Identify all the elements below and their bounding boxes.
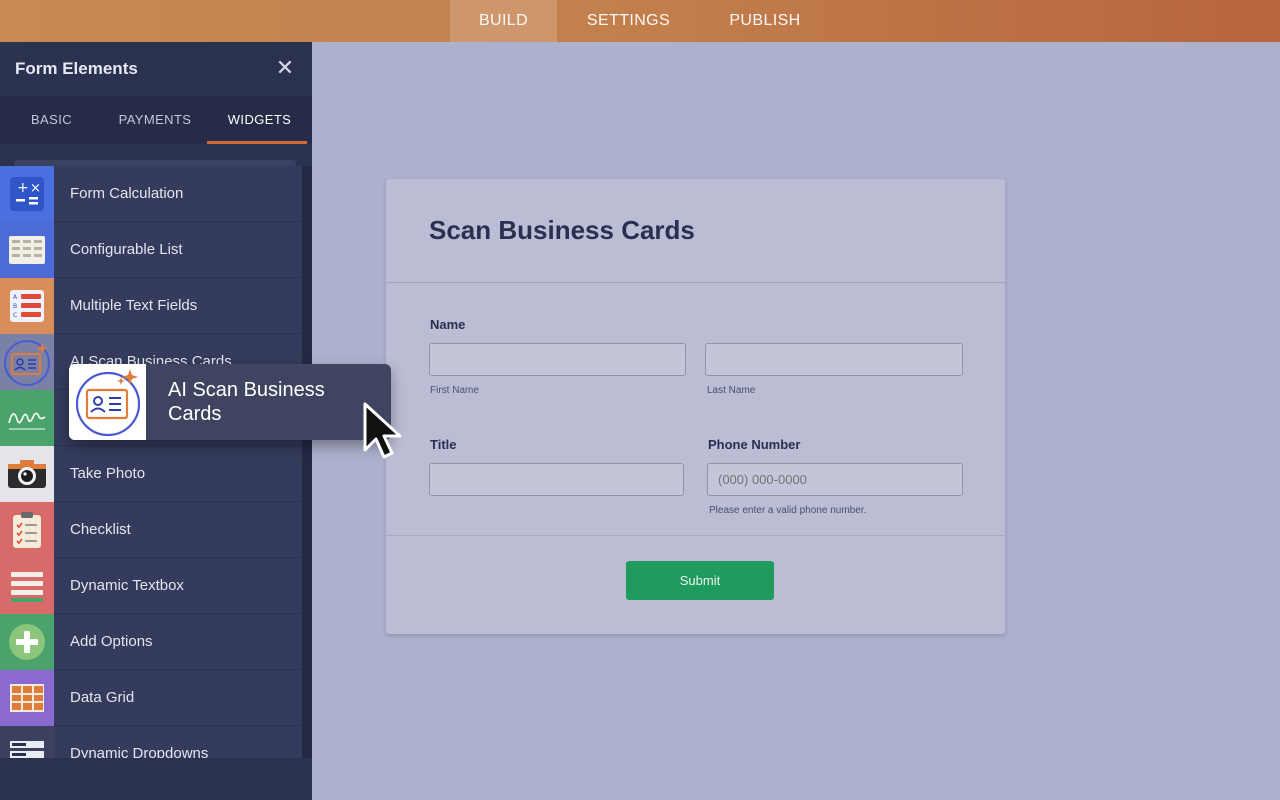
widget-label: Multiple Text Fields bbox=[70, 297, 198, 314]
widget-item-take-photo[interactable]: Take Photo bbox=[0, 445, 302, 502]
widget-label: Dynamic Textbox bbox=[70, 577, 184, 594]
active-tab-indicator bbox=[207, 141, 307, 144]
form-card: Scan Business Cards Name First Name Last… bbox=[386, 179, 1005, 634]
panel-title: Form Elements bbox=[15, 59, 138, 78]
svg-text:C: C bbox=[13, 312, 17, 319]
grid-icon bbox=[0, 669, 54, 726]
widget-item-data-grid[interactable]: Data Grid bbox=[0, 669, 302, 726]
phone-label: Phone Number bbox=[708, 437, 801, 452]
widget-list: + × Form Calculation Configurable List AB… bbox=[0, 166, 302, 758]
calculator-icon: + × bbox=[0, 166, 54, 222]
multi-text-icon: ABC bbox=[0, 277, 54, 334]
widget-label: Checklist bbox=[70, 521, 131, 538]
signature-icon bbox=[0, 389, 54, 446]
list-table-icon bbox=[0, 221, 54, 278]
panel-header: Form Elements ✕ bbox=[0, 42, 312, 96]
business-card-icon bbox=[0, 333, 54, 390]
tab-widgets[interactable]: WIDGETS bbox=[207, 96, 312, 144]
submit-button[interactable]: Submit bbox=[626, 561, 774, 600]
tab-payments[interactable]: PAYMENTS bbox=[103, 96, 207, 144]
tab-settings[interactable]: SETTINGS bbox=[557, 0, 700, 42]
widget-item-multiple-text-fields[interactable]: ABC Multiple Text Fields bbox=[0, 277, 302, 334]
phone-hint: Please enter a valid phone number. bbox=[709, 505, 867, 516]
widget-item-add-options[interactable]: Add Options bbox=[0, 613, 302, 670]
widget-label: Dynamic Dropdowns bbox=[70, 745, 209, 758]
dropdowns-icon bbox=[0, 725, 54, 758]
mouse-cursor-icon bbox=[363, 402, 402, 459]
widget-label: Data Grid bbox=[70, 689, 135, 706]
tab-basic[interactable]: BASIC bbox=[0, 96, 103, 144]
last-name-sublabel: Last Name bbox=[707, 385, 756, 396]
add-options-icon bbox=[0, 613, 54, 670]
widget-label: Take Photo bbox=[70, 465, 146, 482]
last-name-input[interactable] bbox=[705, 343, 963, 376]
title-label: Title bbox=[430, 437, 457, 452]
tab-publish[interactable]: PUBLISH bbox=[700, 0, 830, 42]
phone-input[interactable] bbox=[707, 463, 963, 496]
widget-label: Add Options bbox=[70, 633, 153, 650]
first-name-sublabel: First Name bbox=[430, 385, 479, 396]
widget-label: Form Calculation bbox=[70, 185, 184, 202]
svg-text:B: B bbox=[13, 303, 17, 310]
panel-tabs: BASIC PAYMENTS WIDGETS bbox=[0, 96, 312, 144]
business-card-icon bbox=[69, 364, 146, 440]
checklist-icon bbox=[0, 501, 54, 558]
dragged-widget-label: AI Scan Business Cards bbox=[146, 364, 391, 440]
form-header: Scan Business Cards bbox=[386, 179, 1005, 283]
widget-item-checklist[interactable]: Checklist bbox=[0, 501, 302, 558]
widget-item-dynamic-textbox[interactable]: Dynamic Textbox bbox=[0, 557, 302, 614]
textbox-icon bbox=[0, 557, 54, 614]
close-icon[interactable]: ✕ bbox=[274, 57, 296, 80]
tab-build[interactable]: BUILD bbox=[450, 0, 557, 42]
widget-item-dynamic-dropdowns[interactable]: Dynamic Dropdowns bbox=[0, 725, 302, 758]
form-divider bbox=[386, 535, 1005, 536]
widget-item-form-calculation[interactable]: + × Form Calculation bbox=[0, 166, 302, 222]
title-input[interactable] bbox=[429, 463, 684, 496]
top-nav: BUILD SETTINGS PUBLISH bbox=[0, 0, 1280, 42]
camera-icon bbox=[0, 445, 54, 502]
svg-text:×: × bbox=[30, 181, 41, 196]
svg-text:+: + bbox=[17, 180, 29, 196]
widget-label: Configurable List bbox=[70, 241, 183, 258]
widget-list-scrollbar[interactable] bbox=[302, 166, 312, 758]
form-title[interactable]: Scan Business Cards bbox=[429, 215, 1005, 246]
first-name-input[interactable] bbox=[429, 343, 686, 376]
widget-item-configurable-list[interactable]: Configurable List bbox=[0, 221, 302, 278]
dragged-widget[interactable]: AI Scan Business Cards bbox=[69, 364, 391, 440]
name-label: Name bbox=[430, 317, 466, 332]
